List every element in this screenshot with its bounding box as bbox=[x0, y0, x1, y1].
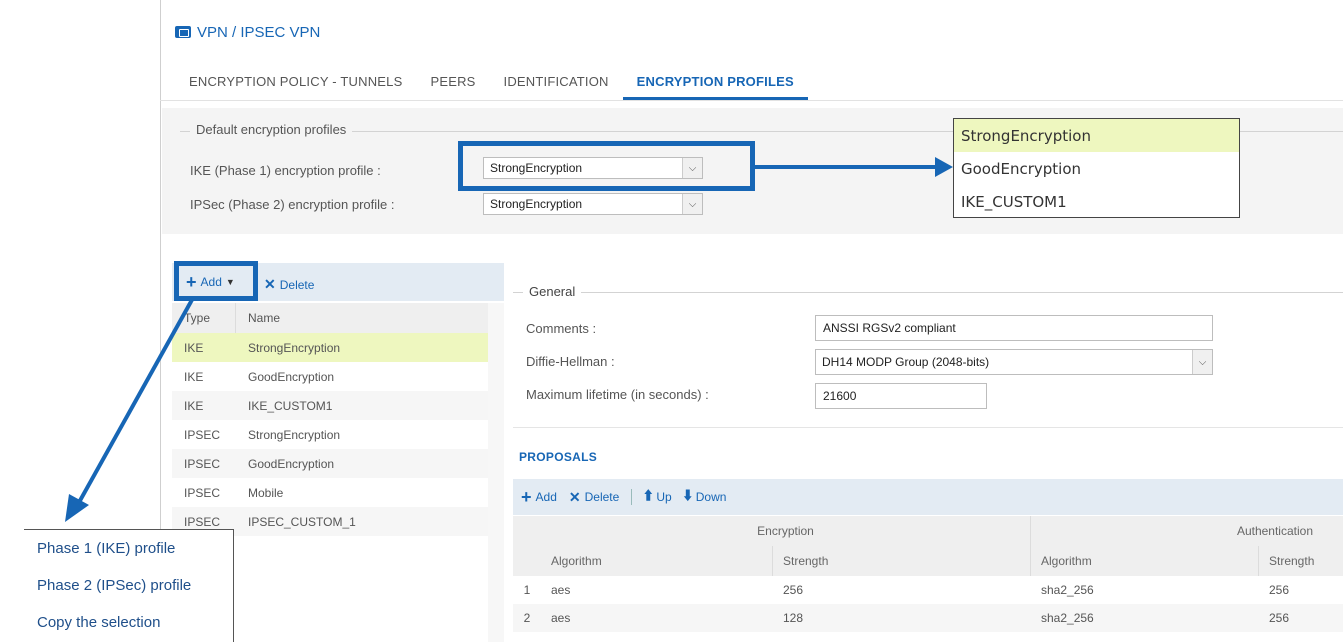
profile-list-header: Type Name bbox=[172, 303, 488, 333]
profile-list: IKE StrongEncryption IKE GoodEncryption IK… bbox=[172, 333, 488, 536]
row-name: IKE_CUSTOM1 bbox=[248, 398, 333, 413]
arrow-down-icon: 🠳 bbox=[683, 488, 692, 503]
default-profiles-legend: Default encryption profiles bbox=[190, 122, 353, 137]
row-name: StrongEncryption bbox=[248, 340, 341, 355]
list-item[interactable]: IKE IKE_CUSTOM1 bbox=[172, 391, 488, 420]
row-name: GoodEncryption bbox=[248, 369, 335, 384]
diffie-hellman-label: Diffie-Hellman : bbox=[526, 354, 615, 369]
row-number: 2 bbox=[523, 611, 531, 625]
callout-connector bbox=[755, 165, 941, 169]
menu-item-phase2-profile[interactable]: Phase 2 (IPSec) profile bbox=[24, 567, 233, 604]
proposal-up-label: Up bbox=[656, 490, 672, 504]
comments-label: Comments : bbox=[526, 321, 597, 336]
diffie-hellman-select[interactable]: DH14 MODP Group (2048-bits) ⌵ bbox=[815, 349, 1213, 375]
row-name: StrongEncryption bbox=[248, 427, 341, 442]
ipsec-profile-select[interactable]: StrongEncryption ⌵ bbox=[483, 193, 703, 215]
proposal-delete-button[interactable]: ✕ Delete bbox=[569, 489, 619, 506]
lifetime-label: Maximum lifetime (in seconds) : bbox=[526, 387, 709, 402]
add-button-callout bbox=[174, 261, 258, 301]
row-name: Mobile bbox=[248, 485, 284, 500]
column-auth-strength[interactable]: Strength bbox=[1259, 546, 1343, 576]
cell-enc-algorithm: aes bbox=[551, 611, 571, 625]
menu-callout-arrow bbox=[65, 297, 195, 522]
close-icon: ✕ bbox=[568, 488, 581, 505]
proposal-up-button[interactable]: 🠱 Up bbox=[644, 487, 671, 508]
row-number: 1 bbox=[523, 583, 531, 597]
proposals-title: PROPOSALS bbox=[519, 450, 598, 464]
list-item[interactable]: IPSEC Mobile bbox=[172, 478, 488, 507]
vpn-icon bbox=[175, 26, 191, 38]
chevron-down-icon[interactable]: ⌵ bbox=[682, 194, 702, 214]
cell-auth-strength: 256 bbox=[1269, 583, 1290, 597]
delete-button-label: Delete bbox=[279, 277, 315, 292]
page-title-bar: VPN / IPSEC VPN bbox=[175, 22, 320, 42]
column-enc-algorithm[interactable]: Algorithm bbox=[541, 546, 773, 576]
proposal-down-button[interactable]: 🠳 Down bbox=[684, 487, 727, 508]
dropdown-option[interactable]: GoodEncryption bbox=[954, 152, 1239, 185]
tab-identification[interactable]: IDENTIFICATION bbox=[490, 62, 623, 100]
toolbar-separator bbox=[631, 489, 633, 505]
menu-item-copy-selection[interactable]: Copy the selection bbox=[24, 604, 233, 641]
arrow-right-icon bbox=[935, 157, 953, 177]
chevron-down-icon[interactable]: ⌵ bbox=[1192, 350, 1212, 374]
close-icon: ✕ bbox=[264, 276, 276, 292]
cell-enc-strength: 256 bbox=[783, 583, 804, 597]
column-name[interactable]: Name bbox=[236, 311, 280, 325]
tab-encryption-policy[interactable]: ENCRYPTION POLICY - TUNNELS bbox=[175, 62, 416, 100]
page-title: VPN / IPSEC VPN bbox=[197, 23, 321, 41]
ipsec-profile-value: StrongEncryption bbox=[490, 197, 583, 211]
list-item[interactable]: IPSEC StrongEncryption bbox=[172, 420, 488, 449]
lifetime-field[interactable]: 21600 bbox=[815, 383, 987, 409]
general-border bbox=[513, 292, 1343, 293]
general-legend: General bbox=[523, 284, 582, 299]
comments-field[interactable]: ANSSI RGSv2 compliant bbox=[815, 315, 1213, 341]
proposal-add-label: Add bbox=[535, 490, 557, 504]
row-name: IPSEC_CUSTOM_1 bbox=[248, 514, 356, 529]
tab-encryption-profiles[interactable]: ENCRYPTION PROFILES bbox=[622, 62, 808, 100]
add-context-menu: Phase 1 (IKE) profile Phase 2 (IPSec) pr… bbox=[24, 529, 234, 642]
plus-icon: + bbox=[521, 487, 532, 507]
ike-select-callout bbox=[458, 141, 755, 191]
proposal-delete-label: Delete bbox=[584, 490, 620, 504]
cell-auth-strength: 256 bbox=[1269, 611, 1290, 625]
column-enc-strength[interactable]: Strength bbox=[773, 546, 1031, 576]
ipsec-profile-label: IPSec (Phase 2) encryption profile : bbox=[190, 197, 395, 212]
list-item[interactable]: IKE GoodEncryption bbox=[172, 362, 488, 391]
list-item[interactable]: IPSEC GoodEncryption bbox=[172, 449, 488, 478]
table-row[interactable]: 2 aes 128 sha2_256 256 bbox=[513, 604, 1343, 632]
group-authentication: Authentication bbox=[1236, 524, 1313, 538]
cell-auth-algorithm: sha2_256 bbox=[1041, 583, 1094, 597]
list-item[interactable]: IKE StrongEncryption bbox=[172, 333, 488, 362]
cell-enc-strength: 128 bbox=[783, 611, 804, 625]
arrow-up-icon: 🠱 bbox=[644, 488, 653, 503]
row-name: GoodEncryption bbox=[248, 456, 335, 471]
proposal-down-label: Down bbox=[695, 490, 727, 504]
ike-profile-label: IKE (Phase 1) encryption profile : bbox=[190, 163, 381, 178]
diffie-hellman-value: DH14 MODP Group (2048-bits) bbox=[822, 355, 990, 369]
profile-list-scrollbar[interactable] bbox=[488, 303, 504, 642]
proposals-toolbar: + Add ✕ Delete 🠱 Up 🠳 Down bbox=[513, 479, 1343, 515]
tab-peers[interactable]: PEERS bbox=[416, 62, 489, 100]
cell-auth-algorithm: sha2_256 bbox=[1041, 611, 1094, 625]
ike-dropdown-list: StrongEncryption GoodEncryption IKE_CUST… bbox=[953, 118, 1240, 218]
grid-column-header: Algorithm Strength Algorithm Strength bbox=[513, 546, 1343, 576]
tabs-divider bbox=[160, 100, 1343, 101]
grid-group-header: Encryption Authentication bbox=[513, 516, 1343, 546]
proposal-add-button[interactable]: + Add bbox=[521, 488, 557, 506]
proposals-grid: Encryption Authentication Algorithm Stre… bbox=[513, 516, 1343, 632]
cell-enc-algorithm: aes bbox=[551, 583, 571, 597]
dropdown-option[interactable]: StrongEncryption bbox=[954, 119, 1239, 152]
delete-button[interactable]: ✕ Delete bbox=[264, 276, 314, 293]
menu-item-phase1-profile[interactable]: Phase 1 (IKE) profile bbox=[24, 530, 233, 567]
tab-bar: ENCRYPTION POLICY - TUNNELS PEERS IDENTI… bbox=[175, 62, 808, 100]
table-row[interactable]: 1 aes 256 sha2_256 256 bbox=[513, 576, 1343, 604]
dropdown-option[interactable]: IKE_CUSTOM1 bbox=[954, 185, 1239, 218]
general-bottom-divider bbox=[513, 427, 1343, 428]
group-encryption: Encryption bbox=[541, 516, 1031, 546]
column-auth-algorithm[interactable]: Algorithm bbox=[1031, 546, 1259, 576]
